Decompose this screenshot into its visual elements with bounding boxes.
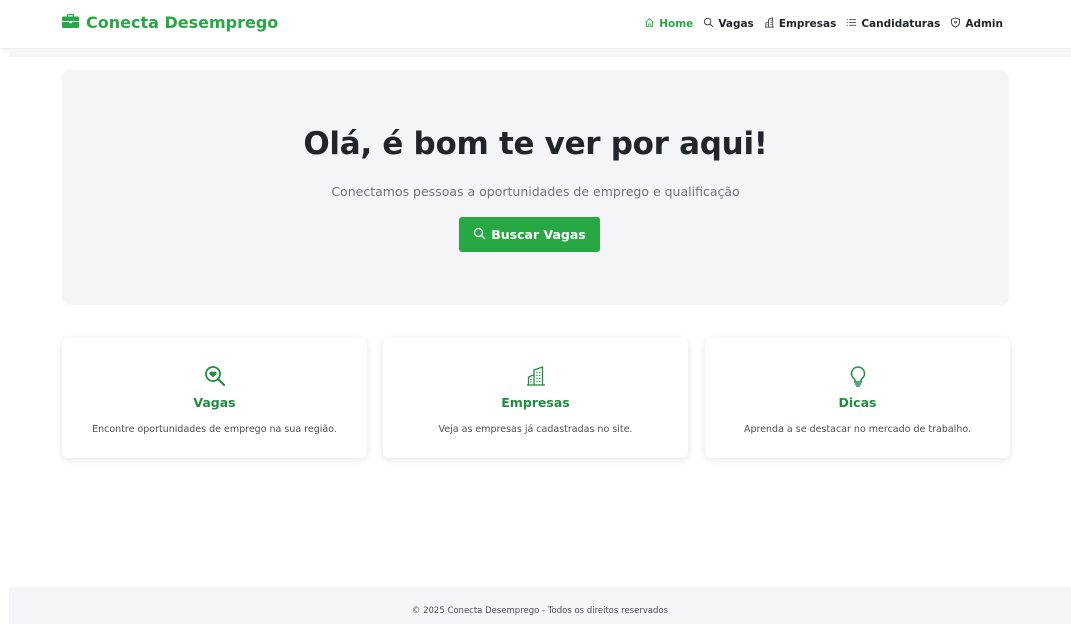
- card-title: Dicas: [838, 395, 877, 410]
- card-description: Aprenda a se destacar no mercado de trab…: [743, 424, 972, 435]
- search-icon: [473, 227, 486, 243]
- home-icon: [644, 17, 655, 31]
- navbar: Conecta Desemprego Home Vagas Empresas C…: [0, 0, 1071, 49]
- brand-name: Conecta Desemprego: [86, 13, 279, 32]
- shield-icon: [950, 17, 961, 31]
- nav-item-label: Empresas: [778, 18, 837, 30]
- nav-item-candidaturas[interactable]: Candidaturas: [846, 17, 940, 31]
- lightbulb-icon: [847, 365, 869, 387]
- search-jobs-label: Buscar Vagas: [491, 227, 586, 242]
- nav-item-label: Vagas: [718, 18, 754, 30]
- card-vagas[interactable]: Vagas Encontre oportunidades de emprego …: [62, 338, 367, 458]
- card-dicas[interactable]: Dicas Aprenda a se destacar no mercado d…: [705, 338, 1010, 458]
- buildings-icon: [525, 365, 547, 387]
- card-title: Vagas: [193, 395, 236, 410]
- nav-item-home[interactable]: Home: [644, 17, 693, 31]
- hero-section: Olá, é bom te ver por aqui! Conectamos p…: [62, 70, 1009, 305]
- header-divider: [9, 49, 1071, 57]
- card-description: Encontre oportunidades de emprego na sua…: [92, 424, 337, 435]
- nav-item-admin[interactable]: Admin: [950, 17, 1003, 31]
- hero-title: Olá, é bom te ver por aqui!: [303, 126, 768, 162]
- nav-item-label: Candidaturas: [861, 18, 941, 30]
- footer-text: © 2025 Conecta Desemprego - Todos os dir…: [411, 606, 669, 616]
- brand-link[interactable]: Conecta Desemprego: [62, 13, 278, 32]
- main-nav: Home Vagas Empresas Candidaturas Admin: [644, 17, 1003, 31]
- footer: © 2025 Conecta Desemprego - Todos os dir…: [9, 587, 1071, 624]
- buildings-icon: [764, 17, 775, 31]
- card-description: Veja as empresas já cadastradas no site.: [438, 424, 633, 435]
- nav-item-label: Admin: [965, 18, 1003, 30]
- search-jobs-button[interactable]: Buscar Vagas: [459, 217, 600, 252]
- nav-item-vagas[interactable]: Vagas: [703, 17, 754, 31]
- nav-item-empresas[interactable]: Empresas: [764, 17, 837, 31]
- briefcase-icon: [62, 13, 79, 32]
- nav-item-label: Home: [659, 18, 694, 30]
- search-heart-icon: [204, 365, 226, 387]
- card-empresas[interactable]: Empresas Veja as empresas já cadastradas…: [383, 338, 688, 458]
- hero-subtitle: Conectamos pessoas a oportunidades de em…: [331, 184, 740, 199]
- search-icon: [703, 17, 714, 31]
- card-title: Empresas: [501, 395, 570, 410]
- list-icon: [846, 17, 857, 31]
